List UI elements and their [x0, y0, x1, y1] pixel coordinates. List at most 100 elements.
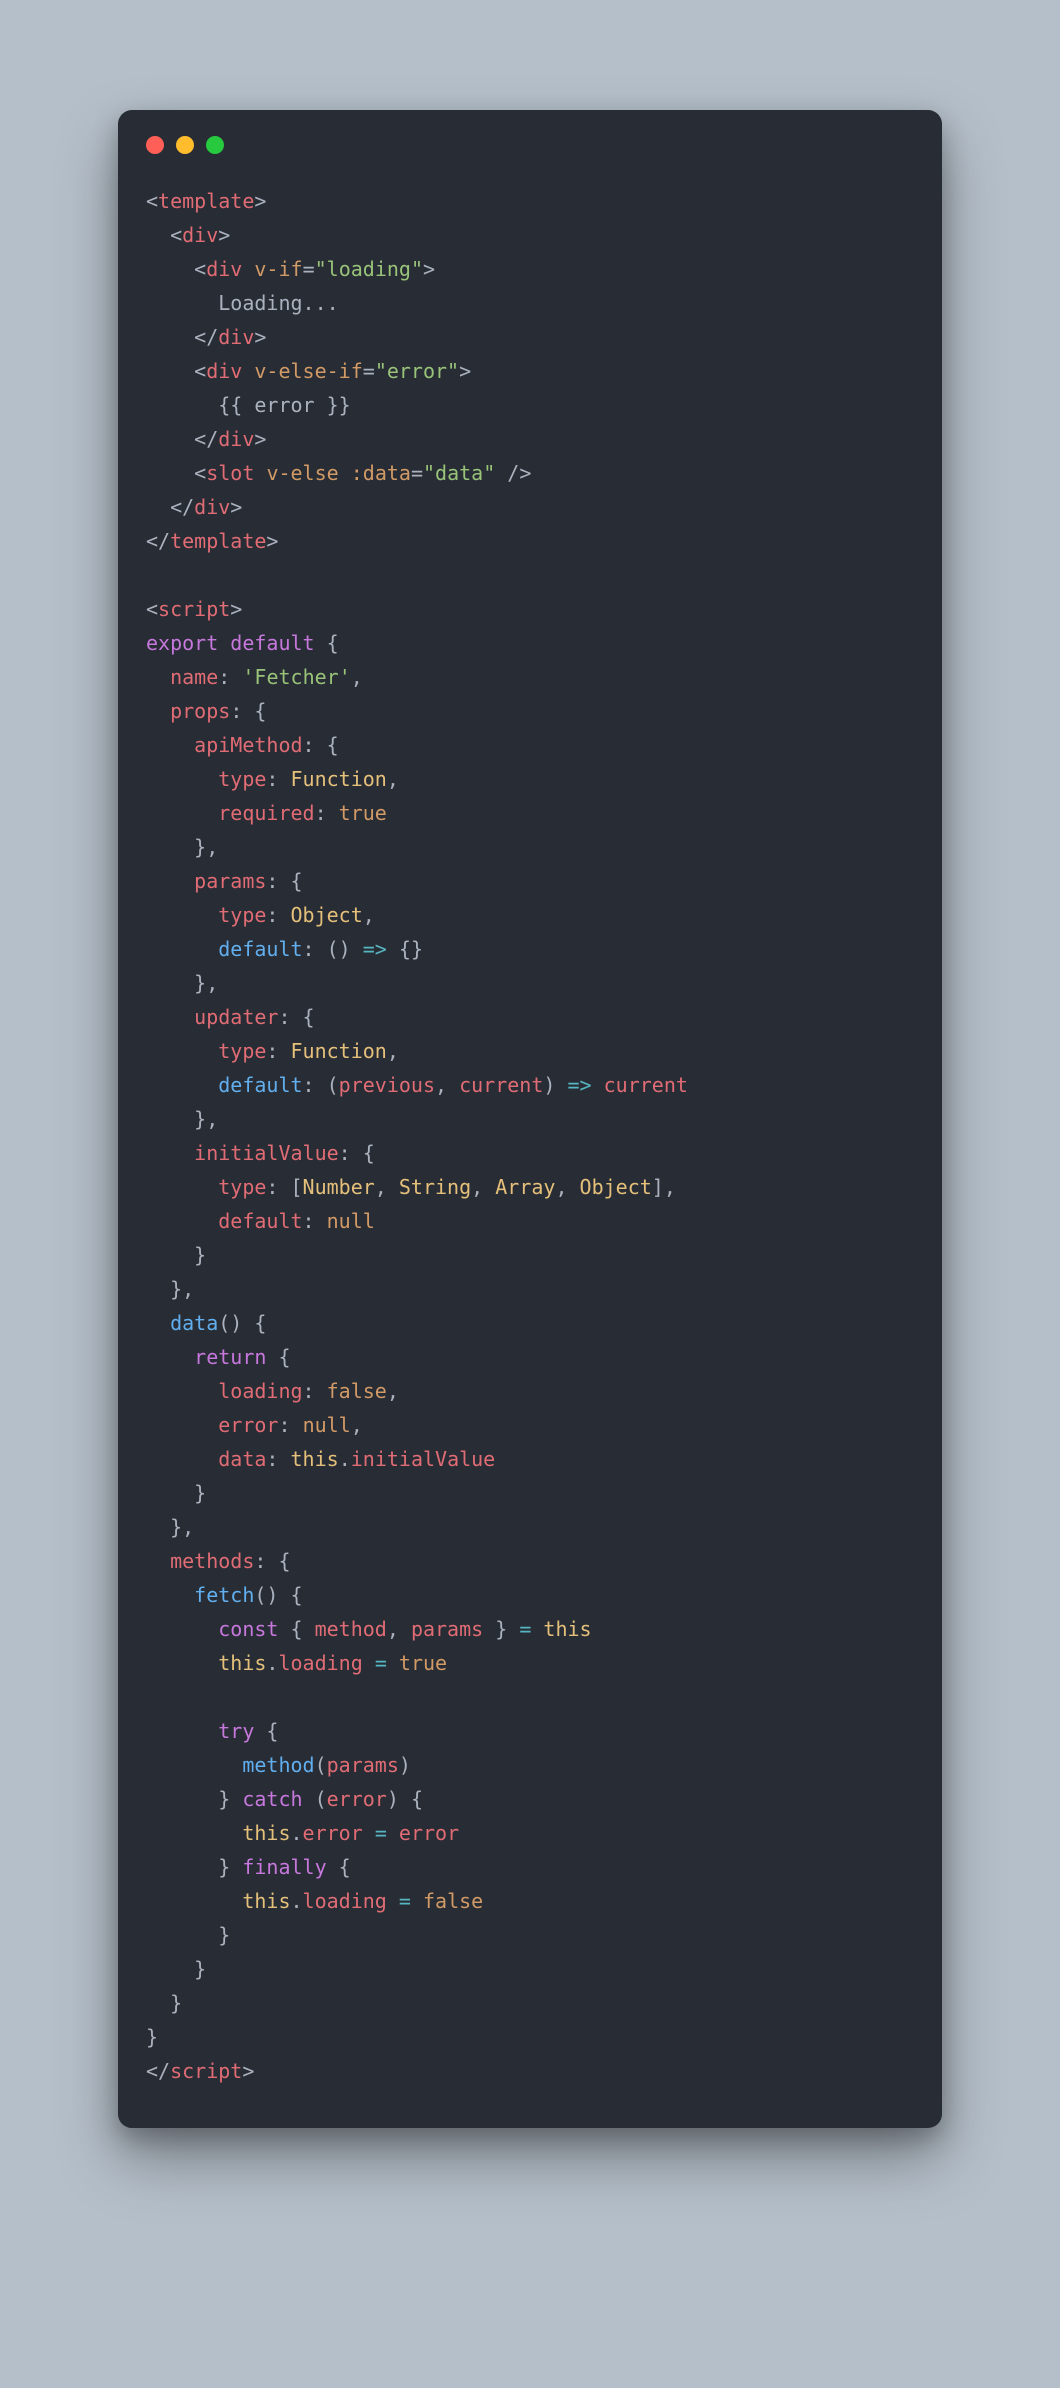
- code-token: <: [146, 359, 206, 383]
- code-token: loading: [303, 1889, 387, 1913]
- code-token: ,: [375, 1175, 399, 1199]
- code-token: >: [254, 189, 266, 213]
- window-traffic-lights: [146, 136, 914, 154]
- maximize-icon[interactable]: [206, 136, 224, 154]
- code-token: =>: [363, 937, 387, 961]
- code-token: ,: [351, 1413, 363, 1437]
- code-token: "data": [423, 461, 495, 485]
- code-token: Number: [303, 1175, 375, 1199]
- code-token: [531, 1617, 543, 1641]
- code-token: >: [266, 529, 278, 553]
- code-token: error: [303, 1821, 363, 1845]
- code-token: >: [423, 257, 435, 281]
- code-token: =: [519, 1617, 531, 1641]
- code-token: div: [218, 427, 254, 451]
- code-token: [146, 1073, 218, 1097]
- code-token: :data: [351, 461, 411, 485]
- code-token: ,: [363, 903, 375, 927]
- code-token: [146, 1447, 218, 1471]
- code-token: default: [218, 937, 302, 961]
- code-token: {{ error }}: [146, 393, 351, 417]
- code-token: null: [327, 1209, 375, 1233]
- code-token: this: [291, 1447, 339, 1471]
- minimize-icon[interactable]: [176, 136, 194, 154]
- code-token: [146, 1175, 218, 1199]
- code-token: </: [146, 325, 218, 349]
- code-token: default: [218, 1073, 302, 1097]
- code-token: [387, 1821, 399, 1845]
- code-token: ,: [351, 665, 363, 689]
- code-token: true: [399, 1651, 447, 1675]
- code-token: [146, 1617, 218, 1641]
- code-token: loading: [278, 1651, 362, 1675]
- code-token: apiMethod: [194, 733, 302, 757]
- code-token: this: [543, 1617, 591, 1641]
- code-token: v-if: [254, 257, 302, 281]
- code-token: <: [146, 223, 182, 247]
- code-token: ,: [387, 1617, 411, 1641]
- code-token: <: [146, 461, 206, 485]
- code-token: },: [146, 1277, 194, 1301]
- code-token: type: [218, 1039, 266, 1063]
- code-token: () {: [218, 1311, 266, 1335]
- code-token: ,: [555, 1175, 579, 1199]
- code-token: {: [278, 1617, 314, 1641]
- code-token: : {: [266, 869, 302, 893]
- code-token: Loading...: [146, 291, 339, 315]
- code-window: <template> <div> <div v-if="loading"> Lo…: [118, 110, 942, 2128]
- code-token: [146, 1005, 194, 1029]
- code-token: div: [182, 223, 218, 247]
- code-token: </: [146, 427, 218, 451]
- code-token: [254, 461, 266, 485]
- code-token: :: [303, 1209, 327, 1233]
- close-icon[interactable]: [146, 136, 164, 154]
- code-token: params: [327, 1753, 399, 1777]
- code-token: >: [459, 359, 471, 383]
- code-token: [218, 631, 230, 655]
- code-token: export: [146, 631, 218, 655]
- code-token: try: [218, 1719, 254, 1743]
- code-token: [146, 1821, 242, 1845]
- code-token: Object: [291, 903, 363, 927]
- code-token: current: [604, 1073, 688, 1097]
- code-token: [146, 1651, 218, 1675]
- code-token: .: [266, 1651, 278, 1675]
- code-token: [146, 1141, 194, 1165]
- code-token: :: [303, 1379, 327, 1403]
- code-token: </: [146, 529, 170, 553]
- code-token: },: [146, 971, 218, 995]
- code-token: String: [399, 1175, 471, 1199]
- code-token: [146, 1549, 170, 1573]
- code-token: ,: [471, 1175, 495, 1199]
- code-token: =: [399, 1889, 411, 1913]
- code-token: [242, 257, 254, 281]
- code-token: {: [327, 1855, 351, 1879]
- code-token: }: [146, 1243, 206, 1267]
- code-token: :: [266, 1447, 290, 1471]
- code-token: this: [242, 1821, 290, 1845]
- code-token: 'Fetcher': [242, 665, 350, 689]
- code-token: template: [170, 529, 266, 553]
- code-token: [146, 903, 218, 927]
- code-token: : (): [303, 937, 363, 961]
- code-token: fetch: [194, 1583, 254, 1607]
- code-token: =: [303, 257, 315, 281]
- code-token: },: [146, 1107, 218, 1131]
- code-token: :: [266, 903, 290, 927]
- code-token: default: [218, 1209, 302, 1233]
- code-token: method: [242, 1753, 314, 1777]
- code-token: ): [399, 1753, 411, 1777]
- code-token: =>: [567, 1073, 591, 1097]
- code-token: },: [146, 835, 218, 859]
- code-token: [146, 1209, 218, 1233]
- code-token: : {: [339, 1141, 375, 1165]
- code-token: =: [375, 1651, 387, 1675]
- code-token: : {: [303, 733, 339, 757]
- code-token: [146, 801, 218, 825]
- code-token: : {: [254, 1549, 290, 1573]
- code-token: >: [230, 495, 242, 519]
- code-token: [387, 1651, 399, 1675]
- code-token: initialValue: [351, 1447, 496, 1471]
- code-token: "error": [375, 359, 459, 383]
- code-token: {: [315, 631, 339, 655]
